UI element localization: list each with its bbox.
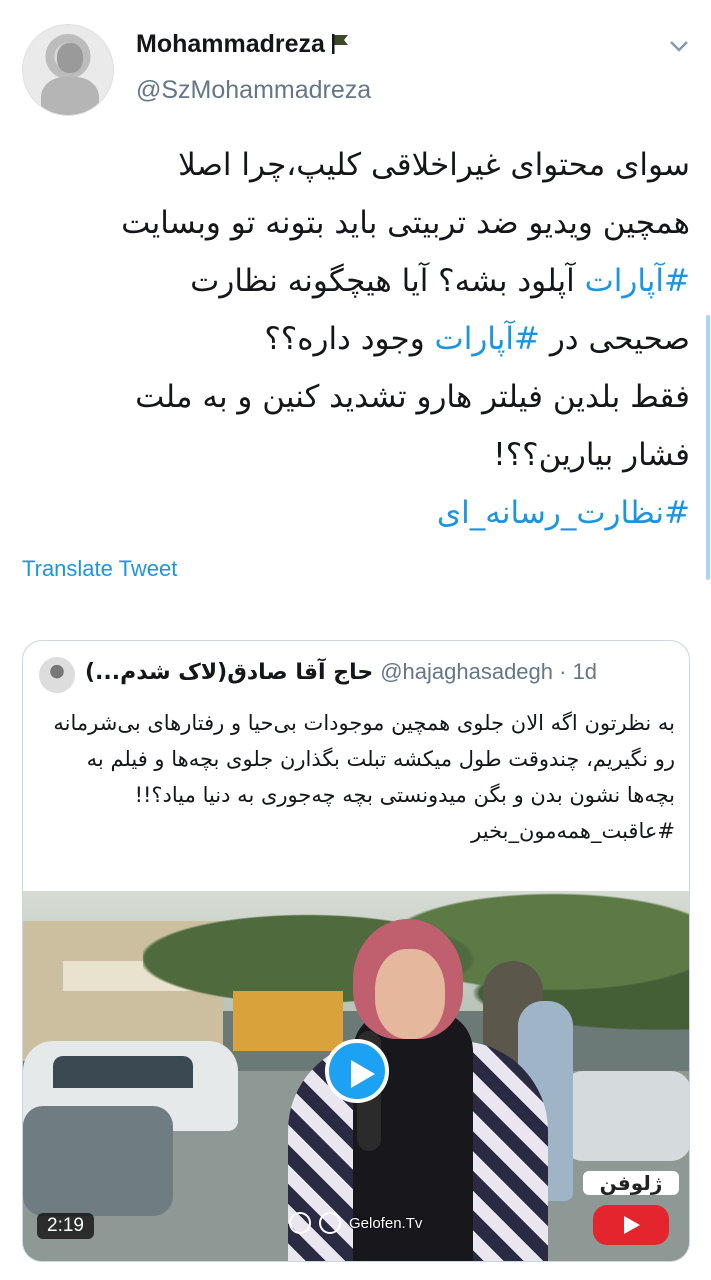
- tweet-line: فقط بلدین فیلتر هارو تشدید کنین و به ملت: [135, 379, 690, 415]
- instagram-icon: [319, 1212, 341, 1234]
- video-thumbnail[interactable]: 2:19 Gelofen.Tv ژلوفن: [23, 891, 689, 1261]
- hashtag-link[interactable]: #آپارات: [435, 321, 540, 357]
- hashtag-link[interactable]: #آپارات: [585, 263, 690, 299]
- quoted-avatar: [39, 657, 75, 693]
- scrollbar: [706, 315, 710, 580]
- play-button[interactable]: [325, 1039, 389, 1103]
- tweet-line: همچین ویدیو ضد تربیتی باید بتونه تو وبسا…: [121, 205, 690, 241]
- hashtag-link[interactable]: #نظارت_رسانه_ای: [437, 495, 690, 531]
- tweet-text: سوای محتوای غیراخلاقی کلیپ،چرا اصلا همچی…: [22, 136, 690, 542]
- film-reel-icon: [289, 1212, 311, 1234]
- quoted-tweet-header: حاج آقا صادق(لاک شدم...) @hajaghasadegh …: [23, 657, 689, 697]
- quoted-handle-time: @hajaghasadegh · 1d: [380, 659, 598, 684]
- watermark: Gelofen.Tv: [289, 1209, 422, 1237]
- chevron-down-icon[interactable]: [668, 36, 690, 56]
- tweet-line: #نظارت_رسانه_ای: [22, 484, 690, 542]
- tweet-line: #آپارات آپلود بشه؟ آیا هیچگونه نظارت: [190, 263, 690, 299]
- quoted-tweet-text: به نظرتون اگه الان جلوی همچین موجودات بی…: [39, 705, 675, 849]
- logo-play-icon: [593, 1205, 669, 1245]
- quoted-hashtag[interactable]: #عاقبت_همه‌مون_بخیر: [39, 813, 675, 849]
- display-name[interactable]: Mohammadreza: [136, 30, 349, 61]
- channel-logo: ژلوفن: [583, 1171, 679, 1251]
- user-handle[interactable]: @SzMohammadreza: [136, 76, 371, 105]
- tweet-line: سوای محتوای غیراخلاقی کلیپ،چرا اصلا: [178, 147, 690, 183]
- quoted-tweet-card[interactable]: حاج آقا صادق(لاک شدم...) @hajaghasadegh …: [22, 640, 690, 1262]
- quoted-display-name: حاج آقا صادق(لاک شدم...): [85, 660, 374, 685]
- tweet-header: Mohammadreza @SzMohammadreza: [0, 0, 711, 120]
- flag-icon: [331, 32, 349, 61]
- profile-avatar[interactable]: [22, 24, 114, 116]
- tweet-line: فشار بیارین؟؟!: [493, 437, 690, 473]
- translate-tweet-link[interactable]: Translate Tweet: [22, 556, 177, 582]
- video-duration: 2:19: [37, 1213, 94, 1239]
- tweet-line: صحیحی در #آپارات وجود داره؟؟: [264, 321, 690, 357]
